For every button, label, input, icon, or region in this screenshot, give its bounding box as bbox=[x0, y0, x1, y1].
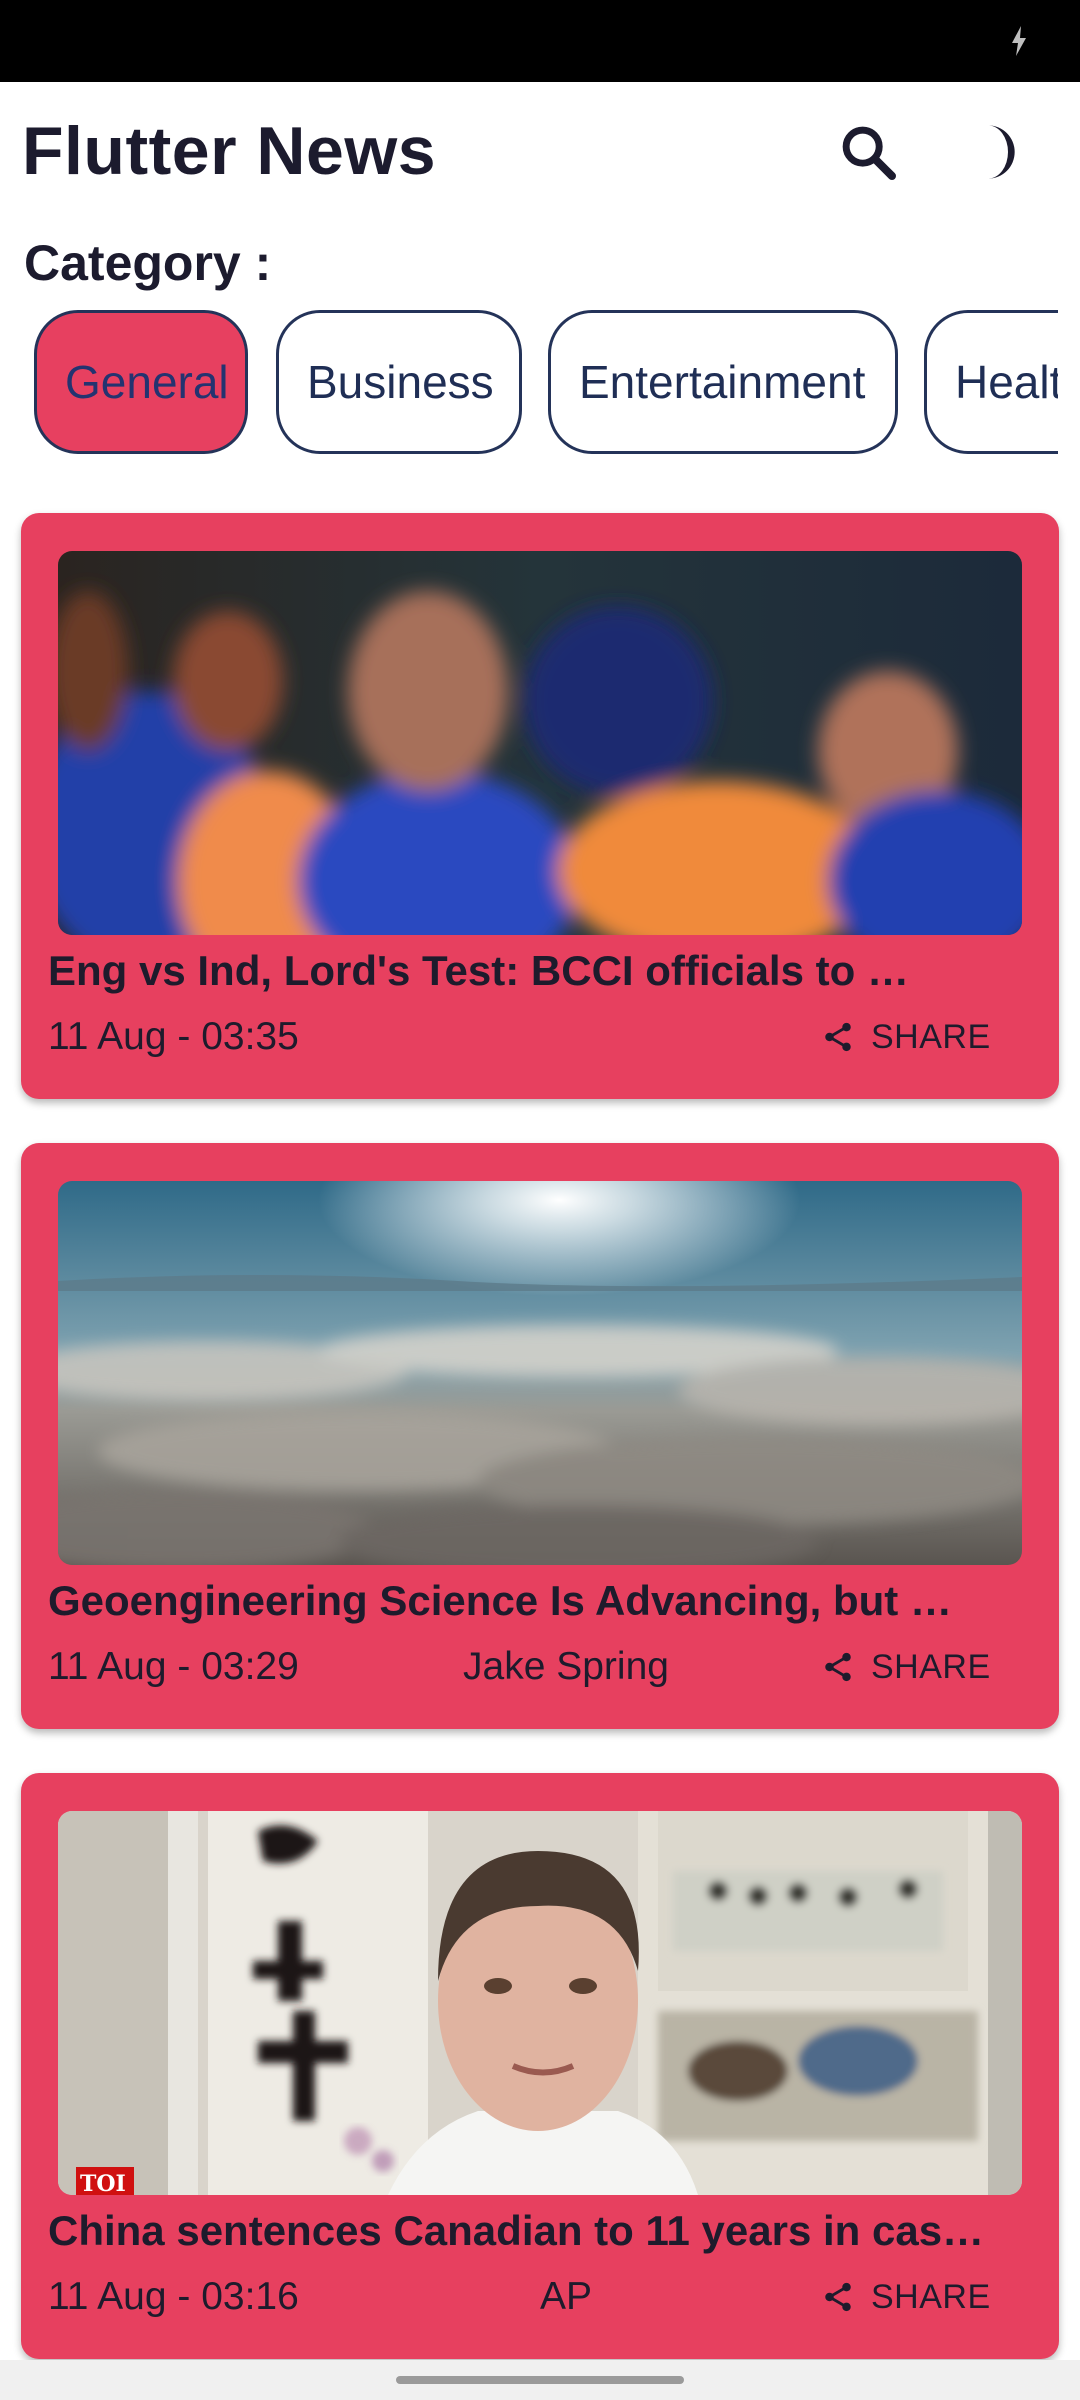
svg-text:TOI: TOI bbox=[80, 2171, 126, 2195]
share-button[interactable]: SHARE bbox=[821, 1007, 991, 1067]
chip-entertainment[interactable]: Entertainment bbox=[548, 310, 898, 454]
chip-business[interactable]: Business bbox=[276, 310, 522, 454]
share-button[interactable]: SHARE bbox=[821, 2267, 991, 2327]
article-image: TOI bbox=[58, 1811, 1022, 2195]
news-card[interactable]: Geoengineering Science Is Advancing, but… bbox=[21, 1143, 1059, 1729]
article-title: Eng vs Ind, Lord's Test: BCCI officials … bbox=[48, 947, 909, 994]
article-title: China sentences Canadian to 11 years in … bbox=[48, 2207, 985, 2254]
status-bar bbox=[0, 0, 1080, 82]
search-icon bbox=[842, 126, 896, 180]
chip-health[interactable]: Healt bbox=[924, 310, 1058, 454]
share-button[interactable]: SHARE bbox=[821, 1637, 991, 1697]
charging-icon bbox=[1012, 26, 1026, 56]
article-image bbox=[58, 551, 1022, 935]
moon-icon bbox=[988, 125, 1015, 179]
share-icon bbox=[825, 1022, 851, 1052]
article-source: AP bbox=[539, 2275, 593, 2318]
article-date: 11 Aug - 03:29 bbox=[48, 1645, 299, 1688]
article-image bbox=[58, 1181, 1022, 1565]
gesture-handle[interactable] bbox=[396, 2376, 684, 2384]
news-card[interactable]: TOI China sentences Canadian to 11 years… bbox=[21, 1773, 1059, 2359]
share-label: SHARE bbox=[871, 1647, 991, 1686]
article-date: 11 Aug - 03:16 bbox=[48, 2275, 299, 2318]
share-label: SHARE bbox=[871, 2277, 991, 2316]
article-date: 11 Aug - 03:35 bbox=[48, 1015, 299, 1058]
article-title: Geoengineering Science Is Advancing, but… bbox=[48, 1577, 952, 1624]
share-icon bbox=[825, 2282, 851, 2312]
share-icon bbox=[825, 1652, 851, 1682]
search-button[interactable] bbox=[826, 110, 910, 194]
category-chip-list: General Business Entertainment Healt bbox=[0, 310, 1058, 460]
app-title: Flutter News bbox=[22, 113, 437, 189]
share-label: SHARE bbox=[871, 1017, 991, 1056]
category-label: Category : bbox=[24, 235, 272, 291]
article-source: Jake Spring bbox=[463, 1645, 669, 1688]
theme-toggle-button[interactable] bbox=[954, 110, 1038, 194]
app-bar: Flutter News bbox=[0, 82, 1080, 222]
chip-general[interactable]: General bbox=[34, 310, 248, 454]
navigation-bar bbox=[0, 2360, 1080, 2400]
news-card[interactable]: Eng vs Ind, Lord's Test: BCCI officials … bbox=[21, 513, 1059, 1099]
